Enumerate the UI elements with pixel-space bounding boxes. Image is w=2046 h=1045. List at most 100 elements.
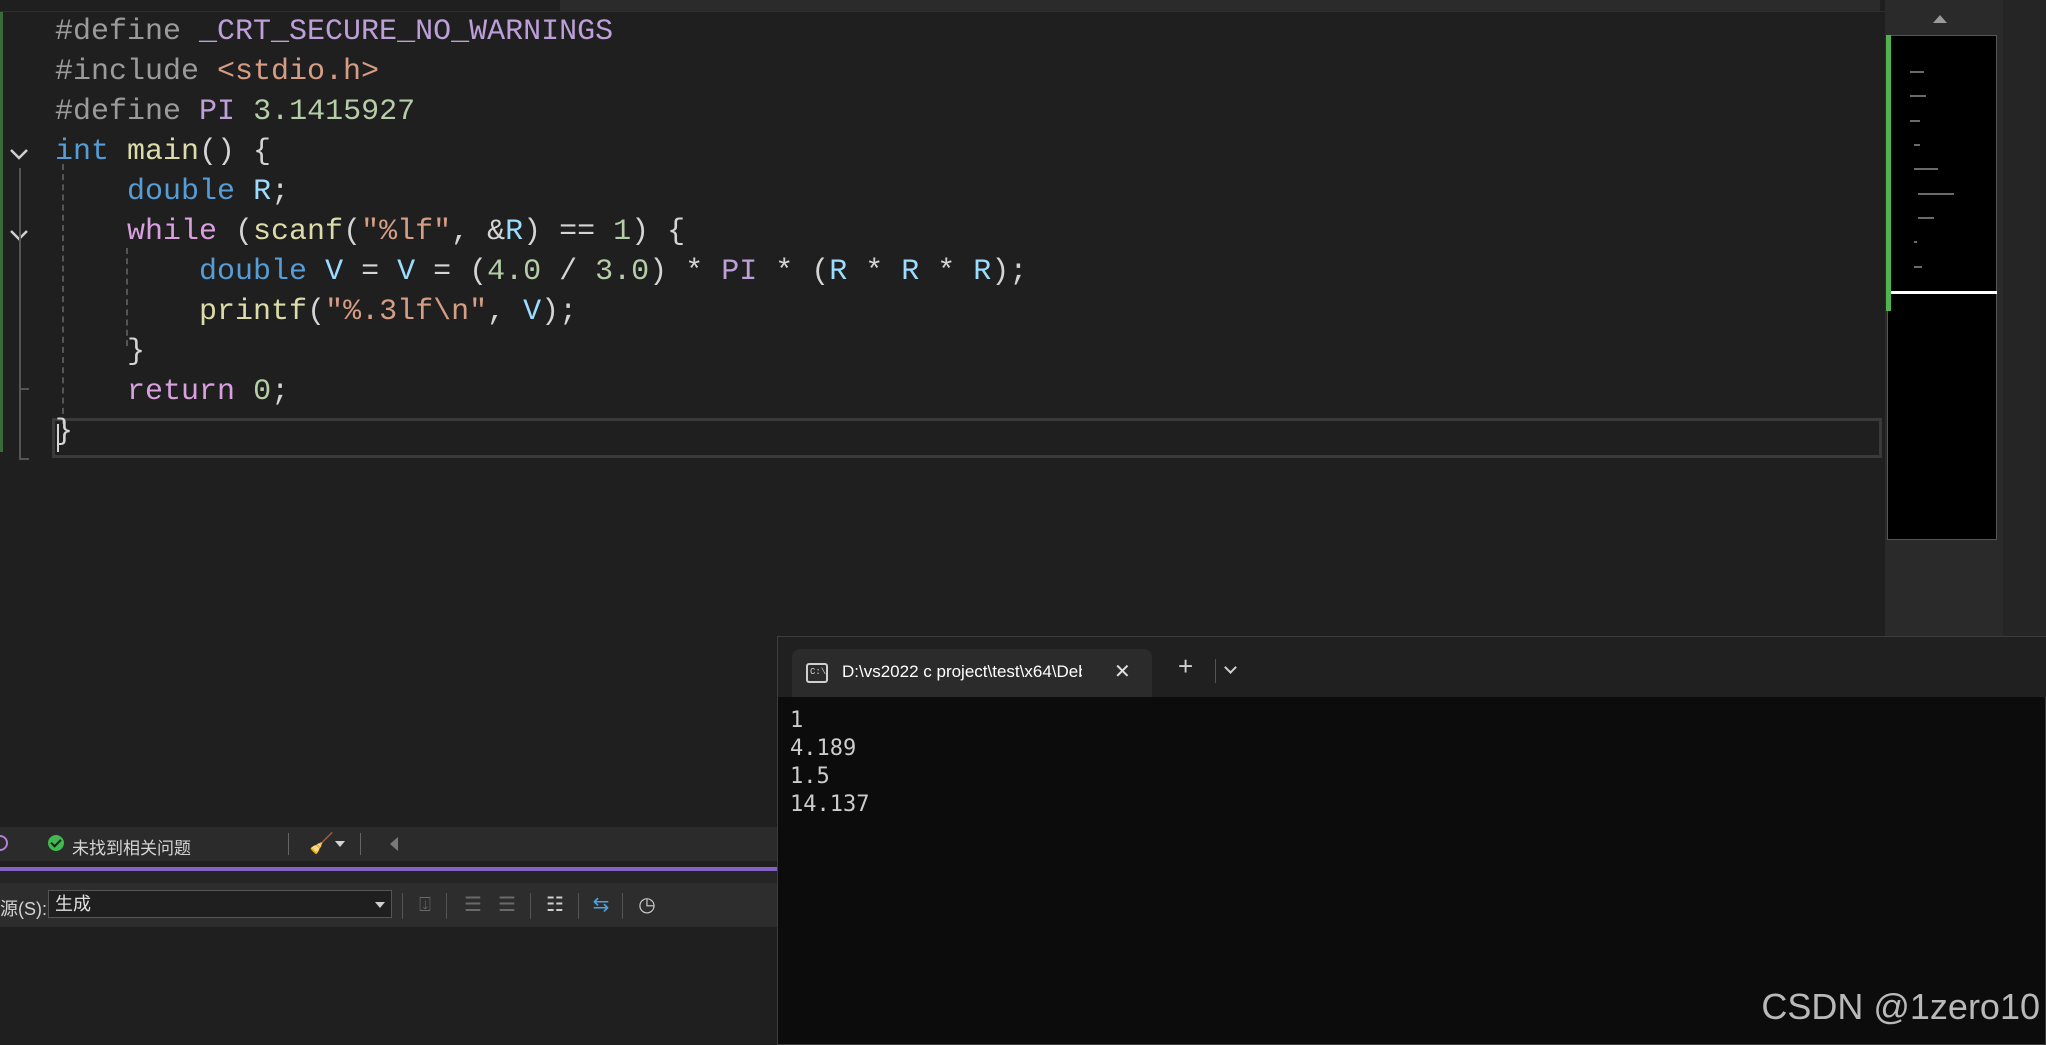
- code-token: *: [847, 255, 902, 289]
- code-token: *: [919, 255, 974, 289]
- code-token: 4.0: [487, 255, 542, 289]
- code-token: , &: [451, 215, 506, 249]
- code-line[interactable]: #define _CRT_SECURE_NO_WARNINGS: [55, 12, 613, 52]
- code-token: * (: [757, 255, 830, 289]
- terminal-line: 1: [790, 708, 804, 733]
- code-token: PI: [721, 255, 758, 289]
- change-tracking-bar: [0, 12, 3, 452]
- output-source-label: 源(S):: [0, 899, 47, 919]
- code-token: 0: [253, 375, 272, 409]
- outline-guide: [19, 388, 21, 460]
- code-token: int: [55, 135, 110, 169]
- outline-guide-end: [19, 458, 29, 460]
- problems-status-text[interactable]: 未找到相关问题: [72, 834, 191, 859]
- terminal-window[interactable]: C:\ D:\vs2022 c project\test\x64\Debug\t…: [777, 636, 2046, 1045]
- code-line[interactable]: return 0;: [55, 372, 289, 412]
- scroll-left-arrow-icon[interactable]: [390, 837, 398, 851]
- code-token: /: [541, 255, 596, 289]
- fold-chevron-icon[interactable]: [6, 141, 32, 167]
- code-token: printf: [199, 295, 308, 329]
- lightbulb-icon[interactable]: [0, 835, 8, 851]
- clear-all-icon[interactable]: ☷: [542, 892, 568, 918]
- code-token: }: [55, 415, 74, 449]
- code-line[interactable]: #include <stdio.h>: [55, 52, 379, 92]
- code-token: );: [991, 255, 1028, 289]
- check-circle-icon: [48, 835, 64, 851]
- code-line[interactable]: }: [55, 412, 73, 452]
- code-token: #include: [55, 55, 218, 89]
- code-token: ) {: [631, 215, 686, 249]
- terminal-tab-title: D:\vs2022 c project\test\x64\Debug\test.…: [842, 662, 1082, 681]
- code-token: scanf: [253, 215, 344, 249]
- code-token: ) ==: [523, 215, 614, 249]
- new-tab-plus-icon[interactable]: +: [1178, 651, 1193, 682]
- code-token: double: [199, 255, 308, 289]
- terminal-line: 1.5: [790, 764, 830, 789]
- output-panel: 源(S): 生成 ⍗ ☰ ☰ ☷ ⇆ ◷: [0, 871, 778, 1045]
- code-line[interactable]: printf("%.3lf\n", V);: [55, 292, 577, 332]
- chevron-down-icon: [375, 902, 385, 908]
- outline-guide: [19, 248, 21, 388]
- code-line[interactable]: int main() {: [55, 132, 271, 172]
- code-token: <stdio.h>: [217, 55, 380, 89]
- clock-icon[interactable]: ◷: [634, 892, 660, 918]
- code-line[interactable]: double R;: [55, 172, 289, 212]
- code-token: PI: [199, 95, 236, 129]
- terminal-line: 14.137: [790, 792, 870, 817]
- outline-guide-end: [19, 388, 29, 390]
- code-line[interactable]: }: [55, 332, 145, 372]
- scroll-up-arrow-icon[interactable]: [1933, 15, 1947, 23]
- code-line[interactable]: while (scanf("%lf", &R) == 1) {: [55, 212, 685, 252]
- code-cleanup-brush-icon[interactable]: 🧹: [309, 831, 334, 856]
- code-token: ;: [271, 375, 290, 409]
- code-token: () {: [199, 135, 272, 169]
- next-message-icon[interactable]: ☰: [494, 892, 520, 918]
- code-token: R: [829, 255, 848, 289]
- code-token: V: [397, 255, 416, 289]
- minimap-viewport-marker[interactable]: [1891, 291, 1997, 294]
- code-token: #define: [55, 15, 200, 49]
- code-token: V: [523, 295, 542, 329]
- outline-guide: [19, 168, 21, 248]
- word-wrap-icon[interactable]: ⇆: [588, 892, 614, 918]
- code-token: main: [127, 135, 200, 169]
- previous-message-icon[interactable]: ☰: [460, 892, 486, 918]
- code-token: 3.0: [595, 255, 650, 289]
- code-token: (: [343, 215, 362, 249]
- code-token: while: [127, 215, 218, 249]
- code-minimap[interactable]: [1887, 35, 1997, 540]
- code-token: R: [505, 215, 524, 249]
- chevron-down-icon[interactable]: [335, 841, 345, 847]
- terminal-output[interactable]: 1 4.189 1.5 14.137: [790, 707, 869, 819]
- tab-dropdown-chevron-icon[interactable]: [1224, 661, 1237, 674]
- code-token: (: [307, 295, 326, 329]
- code-token: 3.1415927: [253, 95, 416, 129]
- code-line[interactable]: double V = V = (4.0 / 3.0) * PI * (R * R…: [55, 252, 1027, 292]
- document-tab[interactable]: [560, 0, 1220, 11]
- find-message-icon[interactable]: ⍗: [412, 892, 438, 918]
- document-tab[interactable]: [1220, 0, 1880, 11]
- terminal-line: 4.189: [790, 736, 857, 761]
- code-token: _CRT_SECURE_NO_WARNINGS: [199, 15, 614, 49]
- code-editor[interactable]: #define _CRT_SECURE_NO_WARNINGS #include …: [0, 12, 1885, 640]
- command-prompt-icon: C:\: [806, 663, 828, 683]
- output-source-select[interactable]: 生成: [48, 890, 392, 918]
- close-tab-icon[interactable]: ✕: [1114, 659, 1131, 684]
- output-source-value: 生成: [55, 894, 91, 914]
- code-token: = (: [415, 255, 488, 289]
- watermark: CSDN @1zero10: [1761, 986, 2040, 1027]
- output-text-area[interactable]: [0, 927, 778, 1045]
- code-line[interactable]: #define PI 3.1415927: [55, 92, 415, 132]
- side-panel-edge: [2003, 0, 2046, 640]
- current-line-highlight: [52, 418, 1882, 458]
- code-token: }: [55, 335, 146, 369]
- terminal-tab[interactable]: C:\ D:\vs2022 c project\test\x64\Debug\t…: [792, 649, 1152, 697]
- code-token: ) *: [649, 255, 722, 289]
